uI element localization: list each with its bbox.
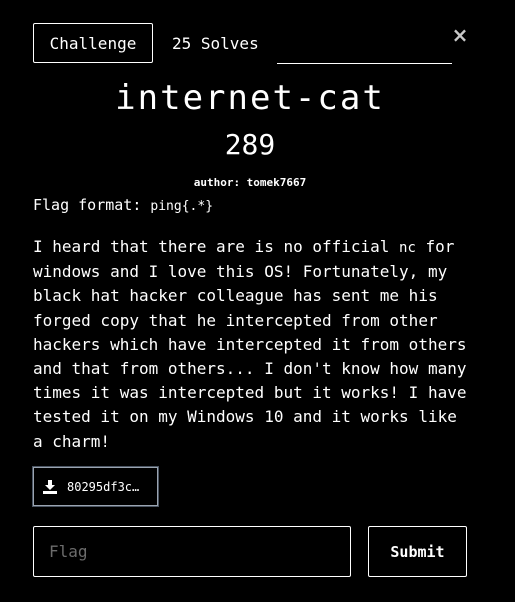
- challenge-author: author: tomek7667: [193, 176, 307, 189]
- flag-input[interactable]: [33, 526, 351, 577]
- file-name: 80295df3c…: [67, 479, 140, 494]
- tab-solves-label: 25 Solves: [172, 33, 259, 53]
- flag-format-code: ping{.*}: [150, 199, 214, 214]
- challenge-title: internet-cat: [115, 78, 385, 118]
- submit-button[interactable]: Submit: [368, 526, 467, 577]
- submit-button-label: Submit: [390, 542, 445, 561]
- close-icon: ×: [451, 23, 469, 47]
- challenge-description: I heard that there are is no official nc…: [33, 235, 473, 454]
- description-text-2: for windows and I love this OS! Fortunat…: [33, 237, 467, 451]
- flag-format: Flag format: ping{.*}: [33, 196, 213, 214]
- flag-format-label: Flag format:: [33, 196, 151, 214]
- download-icon: [43, 479, 57, 494]
- description-text-1: I heard that there are is no official: [33, 237, 400, 256]
- description-code: nc: [399, 240, 416, 256]
- tab-challenge-label: Challenge: [49, 33, 137, 53]
- file-download-button[interactable]: 80295df3c…: [32, 466, 159, 507]
- challenge-points: 289: [224, 128, 276, 161]
- close-button[interactable]: ×: [450, 22, 470, 48]
- tab-underline: [277, 63, 452, 64]
- tab-solves[interactable]: 25 Solves: [172, 23, 259, 63]
- tab-challenge[interactable]: Challenge: [33, 23, 153, 63]
